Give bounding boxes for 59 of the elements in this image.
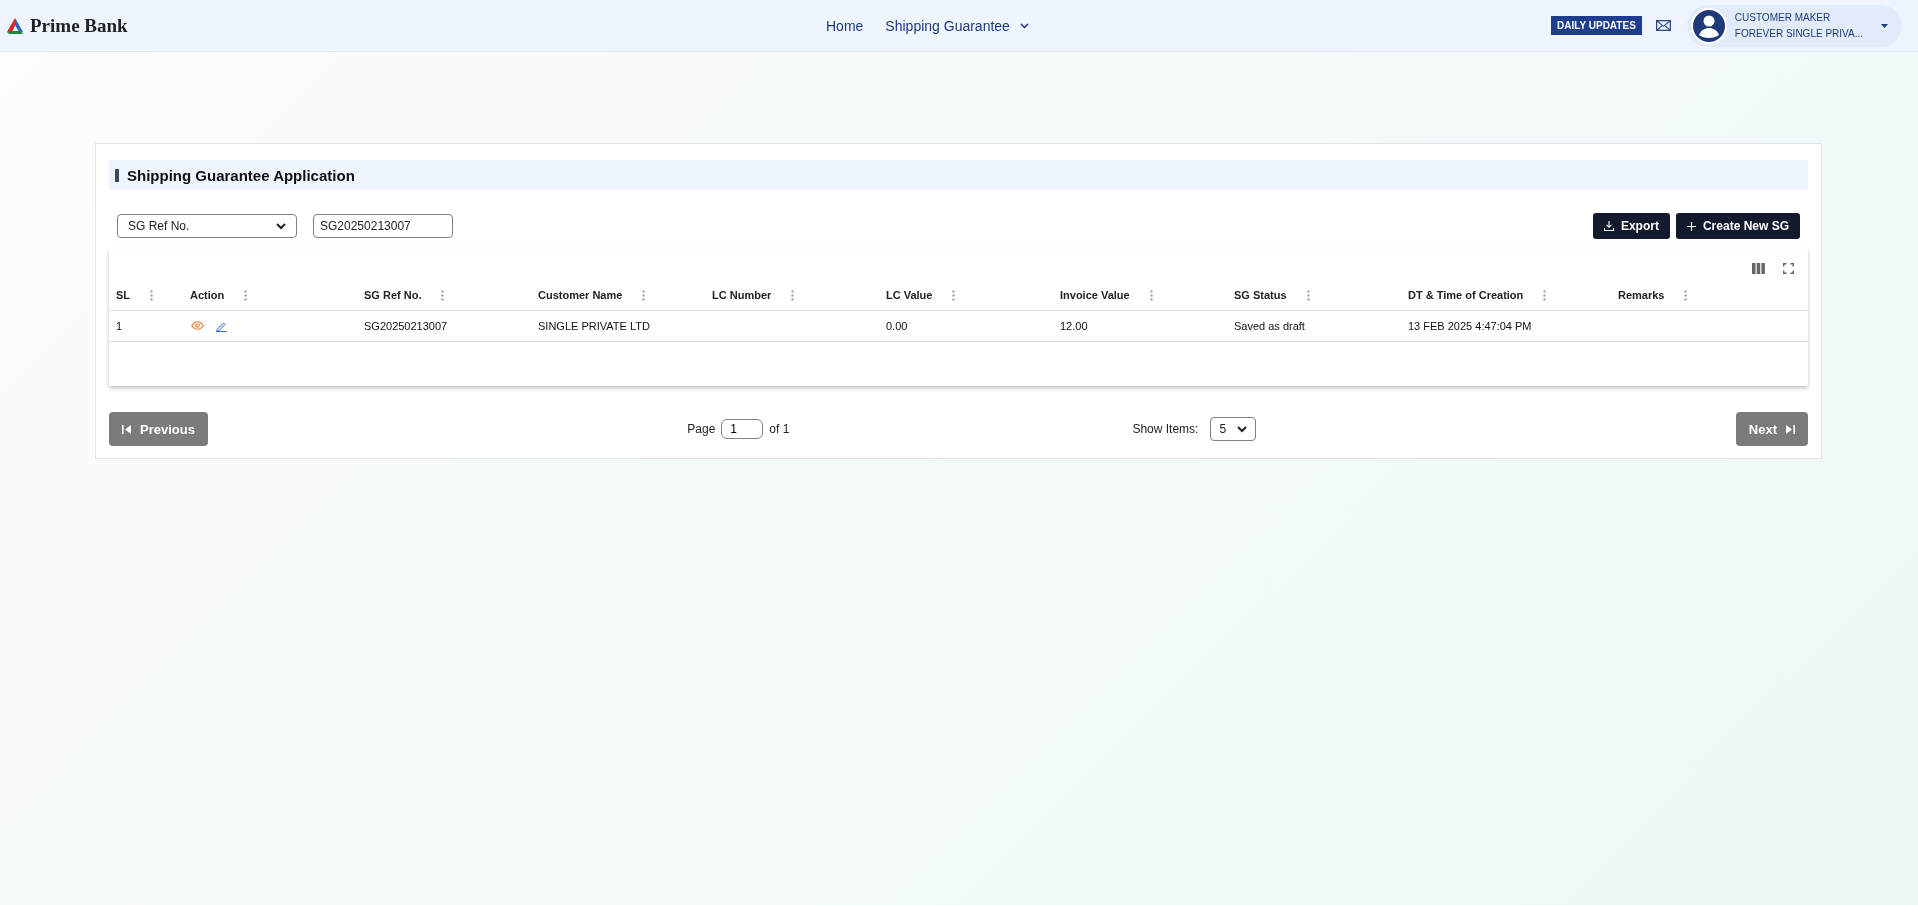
logo-icon: [6, 16, 24, 35]
avatar-icon: [1690, 7, 1727, 44]
mail-icon[interactable]: [1655, 20, 1671, 31]
chevron-down-icon: [1237, 425, 1248, 433]
column-menu-icon[interactable]: [791, 289, 795, 301]
table-cell-text: 0.00: [886, 320, 909, 332]
chevron-down-icon: [276, 222, 286, 230]
column-header[interactable]: SG Status: [1234, 289, 1287, 301]
user-role: CUSTOMER MAKER: [1734, 10, 1832, 25]
fullscreen-icon[interactable]: [1783, 263, 1794, 274]
column-header[interactable]: DT & Time of Creation: [1408, 289, 1524, 301]
daily-updates-badge[interactable]: DAILY UPDATES: [1551, 16, 1642, 35]
column-header[interactable]: LC Number: [712, 289, 772, 301]
create-button[interactable]: Create New SG: [1675, 213, 1800, 239]
nav-link[interactable]: Shipping Guarantee: [885, 17, 1029, 34]
caret-icon: [1881, 23, 1888, 28]
items-per-page-dropdown[interactable]: 5: [1210, 417, 1257, 441]
last-page-icon: [1786, 424, 1795, 434]
column-menu-icon[interactable]: [1684, 289, 1688, 301]
column-header[interactable]: Customer Name: [538, 289, 623, 301]
column-header[interactable]: SG Ref No.: [364, 289, 422, 301]
column-header[interactable]: SL: [116, 289, 131, 301]
table-cell-text: SG20250213007: [364, 320, 449, 332]
brand-name: Prime Bank: [30, 14, 128, 37]
column-menu-icon[interactable]: [1306, 289, 1310, 301]
column-menu-icon[interactable]: [441, 289, 445, 301]
chevron-down-icon: [1019, 22, 1029, 29]
column-header[interactable]: Action: [190, 289, 225, 301]
column-menu-icon[interactable]: [150, 289, 154, 301]
nav-link[interactable]: Home: [826, 17, 864, 34]
column-menu-icon[interactable]: [642, 289, 646, 301]
filter-dropdown[interactable]: SG Ref No.: [117, 214, 297, 238]
page-input[interactable]: 1: [721, 419, 764, 439]
table-cell-text: SINGLE PRIVATE LTD: [538, 320, 651, 332]
table-cell-text: 1: [116, 320, 124, 332]
table-cell-text: 13 FEB 2025 4:47:04 PM: [1408, 320, 1533, 332]
page-label: Page: [687, 422, 716, 436]
view-icon[interactable]: [191, 320, 204, 330]
page-total: of 1: [769, 422, 790, 436]
first-page-icon: [122, 424, 131, 434]
plus-icon: [1686, 221, 1696, 231]
column-menu-icon[interactable]: [1543, 289, 1547, 301]
table-cell-text: 12.00: [1060, 320, 1089, 332]
column-header[interactable]: LC Value: [886, 289, 933, 301]
column-menu-icon[interactable]: [952, 289, 956, 301]
edit-icon[interactable]: [216, 320, 227, 332]
column-header[interactable]: Remarks: [1618, 289, 1665, 301]
user-name: FOREVER SINGLE PRIVA...: [1734, 26, 1863, 41]
download-icon: [1603, 221, 1614, 231]
section-title: Shipping Guarantee Application: [127, 166, 355, 184]
user-menu[interactable]: CUSTOMER MAKER FOREVER SINGLE PRIVA...: [1686, 4, 1902, 47]
export-button[interactable]: Export: [1592, 213, 1670, 239]
show-items-label: Show Items:: [1132, 422, 1199, 436]
columns-icon[interactable]: [1752, 263, 1765, 274]
table-cell-text: Saved as draft: [1234, 320, 1306, 332]
column-header[interactable]: Invoice Value: [1060, 289, 1130, 301]
search-field[interactable]: SG20250213007: [313, 214, 453, 238]
column-menu-icon[interactable]: [244, 289, 248, 301]
column-menu-icon[interactable]: [1149, 289, 1153, 301]
